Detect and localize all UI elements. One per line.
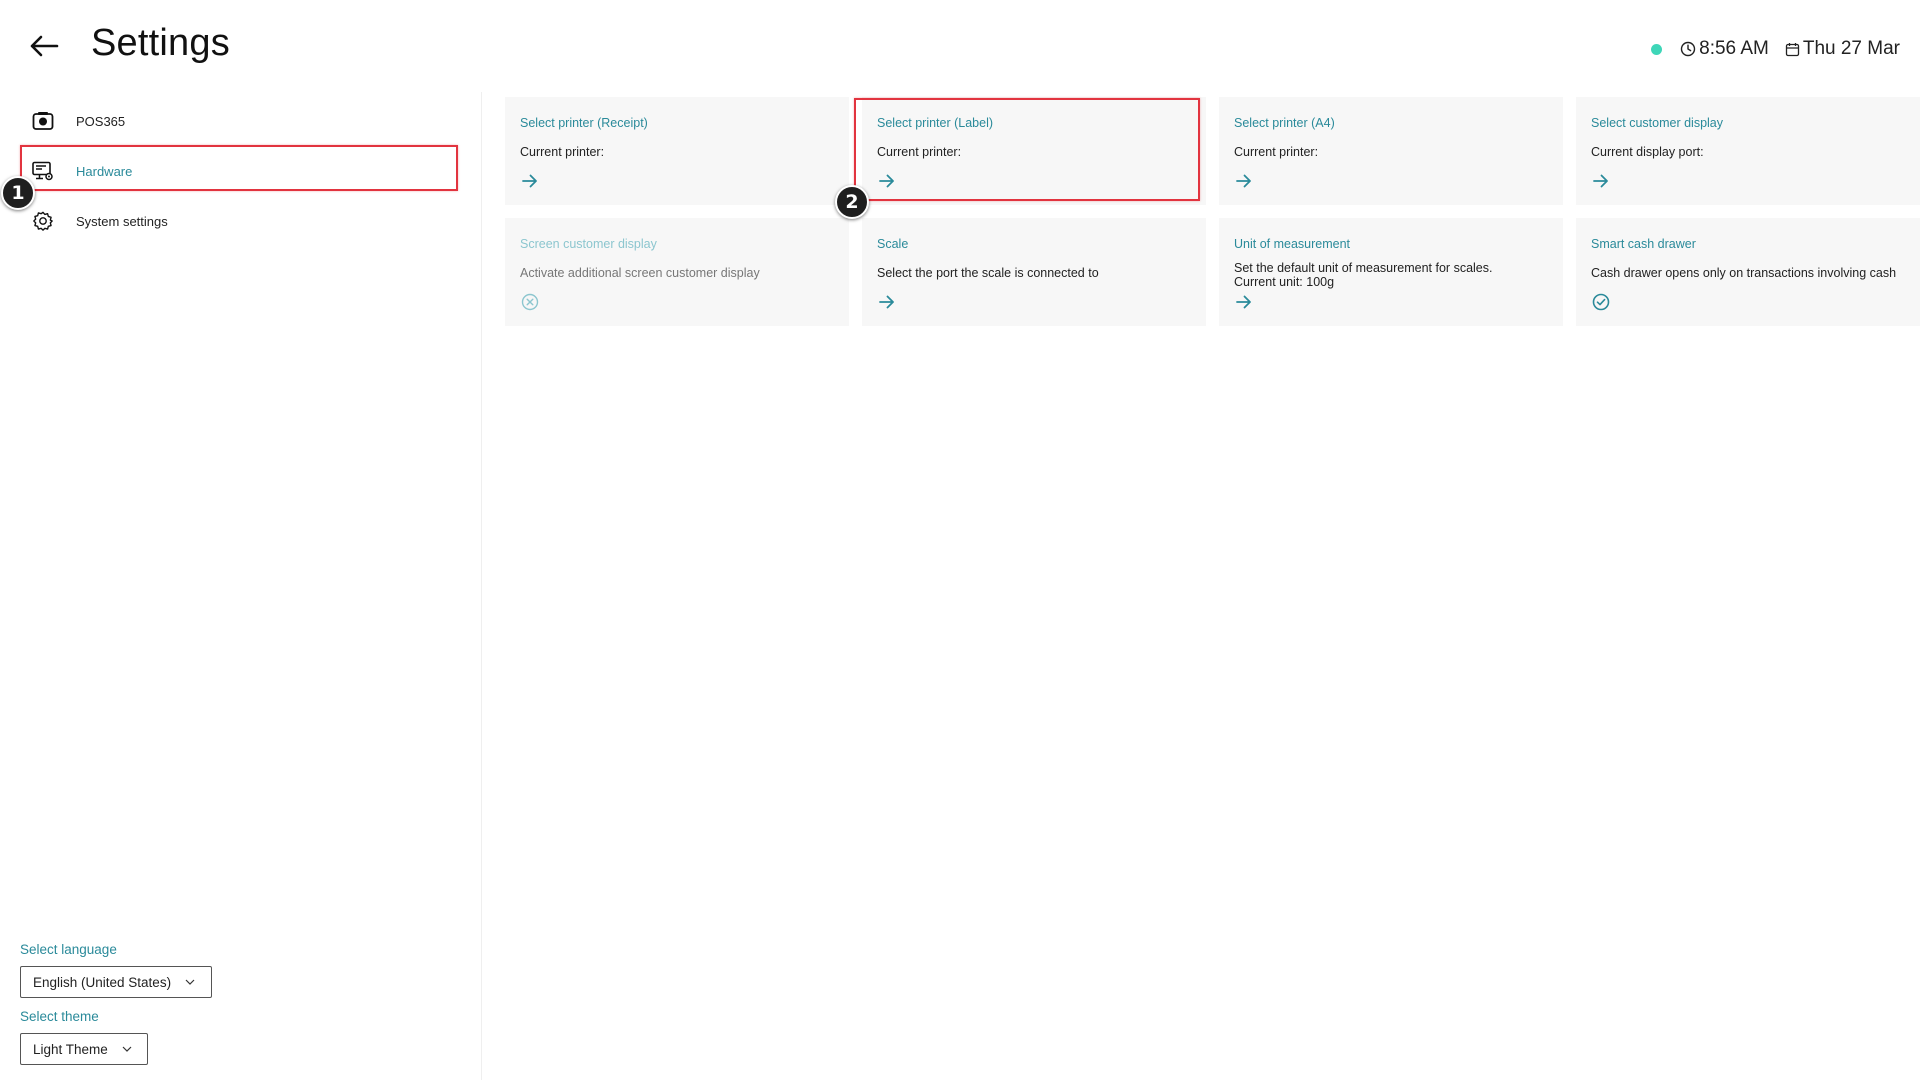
step-badge-1: 1 <box>1 176 35 210</box>
gear-icon <box>30 208 56 234</box>
sidebar-item-label: POS365 <box>76 113 126 129</box>
card-description: Current printer: <box>520 145 605 159</box>
current-date: Thu 27 Mar <box>1802 38 1900 59</box>
card-description: Set the default unit of measurement for … <box>1234 261 1548 289</box>
theme-select[interactable]: Light Theme <box>20 1033 148 1065</box>
arrow-right-icon[interactable] <box>1234 171 1254 191</box>
theme-label: Select theme <box>20 1009 99 1024</box>
card-description: Activate additional screen customer disp… <box>520 266 760 280</box>
arrow-right-icon[interactable] <box>1591 171 1611 191</box>
card-title: Select printer (Receipt) <box>520 116 648 130</box>
card-smart-cash-drawer[interactable]: Smart cash drawer Cash drawer opens only… <box>1576 218 1920 326</box>
arrow-left-icon <box>30 35 59 57</box>
card-title: Smart cash drawer <box>1591 237 1696 251</box>
card-screen-customer-display[interactable]: Screen customer display Activate additio… <box>505 218 849 326</box>
chevron-down-icon <box>185 979 195 985</box>
card-description: Current printer: <box>877 145 962 159</box>
card-select-customer-display[interactable]: Select customer display Current display … <box>1576 97 1920 205</box>
page-title: Settings <box>91 22 230 64</box>
card-title: Unit of measurement <box>1234 237 1351 251</box>
calendar-icon <box>1785 42 1800 57</box>
chevron-down-icon <box>122 1046 132 1052</box>
card-description: Select the port the scale is connected t… <box>877 266 1099 280</box>
clock-icon <box>1680 41 1696 57</box>
theme-select-value: Light Theme <box>33 1041 108 1057</box>
sidebar-item-label: Hardware <box>76 163 133 179</box>
language-select-value: English (United States) <box>33 974 172 990</box>
arrow-right-icon[interactable] <box>520 171 540 191</box>
step-badge-2: 2 <box>835 185 869 219</box>
sidebar-item-label: System settings <box>76 213 168 229</box>
language-select[interactable]: English (United States) <box>20 966 212 998</box>
card-description: Current printer: <box>1234 145 1319 159</box>
sidebar-item-system-settings[interactable]: System settings <box>20 197 460 245</box>
monitor-settings-icon <box>30 158 56 184</box>
close-circle-icon[interactable] <box>520 292 540 312</box>
current-time: 8:56 AM <box>1699 38 1769 59</box>
card-description: Current display port: <box>1591 145 1704 159</box>
card-description-line: Current unit: 100g <box>1234 275 1335 289</box>
card-select-printer-label[interactable]: Select printer (Label) Current printer: <box>862 97 1206 205</box>
status-bar: 8:56 AM Thu 27 Mar <box>1651 38 1900 60</box>
back-button[interactable] <box>24 26 64 66</box>
sidebar-item-pos365[interactable]: POS365 <box>20 97 460 145</box>
card-description: Cash drawer opens only on transactions i… <box>1591 266 1897 280</box>
card-title: Select printer (A4) <box>1234 116 1335 130</box>
arrow-right-icon[interactable] <box>1234 292 1254 312</box>
check-circle-icon[interactable] <box>1591 292 1611 312</box>
arrow-right-icon[interactable] <box>877 171 897 191</box>
arrow-right-icon[interactable] <box>877 292 897 312</box>
card-description-line: Set the default unit of measurement for … <box>1234 261 1493 275</box>
card-select-printer-a4[interactable]: Select printer (A4) Current printer: <box>1219 97 1563 205</box>
sidebar: POS365 Hardware System settings Select l… <box>0 92 482 1080</box>
card-title: Select printer (Label) <box>877 116 994 130</box>
card-title: Screen customer display <box>520 237 657 251</box>
language-label: Select language <box>20 942 117 957</box>
card-scale[interactable]: Scale Select the port the scale is conne… <box>862 218 1206 326</box>
header: Settings 8:56 AM Thu 27 Mar <box>0 0 1920 92</box>
sidebar-item-hardware[interactable]: Hardware <box>20 147 460 195</box>
card-unit-of-measurement[interactable]: Unit of measurement Set the default unit… <box>1219 218 1563 326</box>
card-title: Select customer display <box>1591 116 1724 130</box>
card-title: Scale <box>877 237 909 251</box>
camera-icon <box>30 108 56 134</box>
card-select-printer-receipt[interactable]: Select printer (Receipt) Current printer… <box>505 97 849 205</box>
connection-status-dot <box>1651 43 1663 55</box>
